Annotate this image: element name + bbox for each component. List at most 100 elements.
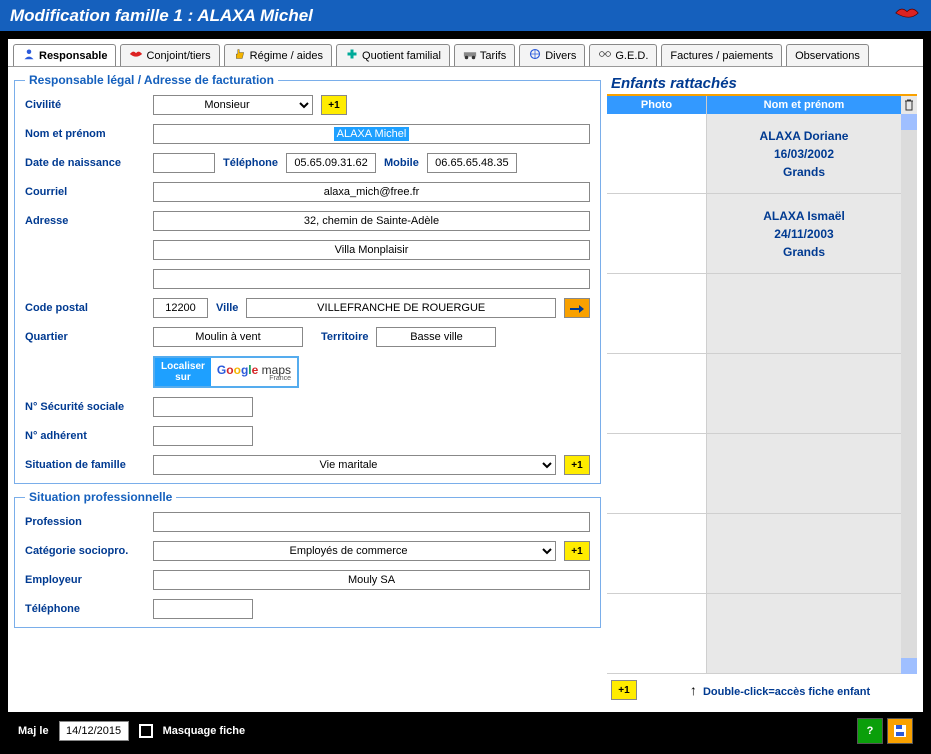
- status-bar: Maj le Masquage fiche ?: [8, 712, 923, 750]
- input-courriel[interactable]: [153, 182, 590, 202]
- child-dob: 24/11/2003: [774, 225, 833, 243]
- masquage-label: Masquage fiche: [163, 725, 246, 737]
- lookup-city-button[interactable]: [564, 298, 590, 318]
- label-codepostal: Code postal: [25, 302, 145, 314]
- input-adresse2[interactable]: [153, 240, 590, 260]
- input-adherent[interactable]: [153, 426, 253, 446]
- child-photo-cell: [607, 114, 707, 193]
- child-row[interactable]: ALAXA Ismaël 24/11/2003 Grands: [607, 194, 901, 274]
- hand-icon: [233, 48, 247, 63]
- child-row-empty: [607, 274, 901, 354]
- child-row[interactable]: ALAXA Doriane 16/03/2002 Grands: [607, 114, 901, 194]
- label-secu: N° Sécurité sociale: [25, 401, 145, 413]
- input-secu[interactable]: [153, 397, 253, 417]
- child-row-empty: [607, 594, 901, 674]
- masquage-checkbox[interactable]: [139, 724, 153, 738]
- title-bar: Modification famille 1 : ALAXA Michel: [0, 0, 931, 31]
- globe-icon: [528, 48, 542, 63]
- input-quartier[interactable]: [153, 327, 303, 347]
- scrollbar[interactable]: [901, 114, 917, 674]
- glasses-icon: [598, 48, 612, 63]
- children-table-body: ALAXA Doriane 16/03/2002 Grands A: [607, 114, 917, 674]
- label-employeur: Employeur: [25, 574, 145, 586]
- legend-professionnelle: Situation professionnelle: [25, 490, 176, 504]
- label-civilite: Civilité: [25, 99, 145, 111]
- input-mobile[interactable]: [427, 153, 517, 173]
- input-adresse3[interactable]: [153, 269, 590, 289]
- maj-date[interactable]: [59, 721, 129, 741]
- window-title: Modification famille 1 : ALAXA Michel: [10, 6, 313, 26]
- help-button[interactable]: ?: [857, 718, 883, 744]
- children-table-header: Photo Nom et prénom: [607, 96, 917, 114]
- tab-conjoint[interactable]: Conjoint/tiers: [120, 44, 219, 66]
- child-row-empty: [607, 514, 901, 594]
- tab-regime[interactable]: Régime / aides: [224, 44, 332, 66]
- lips-icon: [893, 4, 921, 27]
- tab-quotient[interactable]: Quotient familial: [336, 44, 450, 66]
- child-group: Grands: [783, 163, 825, 181]
- add-categorie-button[interactable]: +1: [564, 541, 590, 561]
- floppy-icon: [892, 723, 908, 739]
- hand-point-icon: [569, 302, 585, 314]
- child-row-empty: [607, 434, 901, 514]
- google-maps-logo: Google maps France: [211, 360, 297, 384]
- child-dob: 16/03/2002: [774, 145, 834, 163]
- input-territoire[interactable]: [376, 327, 496, 347]
- add-child-button[interactable]: +1: [611, 680, 637, 700]
- add-situation-button[interactable]: +1: [564, 455, 590, 475]
- select-situation[interactable]: Vie maritale: [153, 455, 556, 475]
- label-profession: Profession: [25, 516, 145, 528]
- children-title: Enfants rattachés: [607, 73, 917, 94]
- locate-googlemaps-button[interactable]: Localisersur Google maps France: [153, 356, 299, 388]
- label-courriel: Courriel: [25, 186, 145, 198]
- label-territoire: Territoire: [321, 331, 368, 343]
- select-civilite[interactable]: Monsieur: [153, 95, 313, 115]
- child-name: ALAXA Doriane: [760, 127, 849, 145]
- input-ville[interactable]: [246, 298, 556, 318]
- label-nom: Nom et prénom: [25, 128, 145, 140]
- input-naissance[interactable]: [153, 153, 215, 173]
- car-icon: [463, 48, 477, 63]
- maj-label: Maj le: [18, 725, 49, 737]
- tab-observations[interactable]: Observations: [786, 44, 869, 66]
- input-prof-telephone[interactable]: [153, 599, 253, 619]
- label-categorie: Catégorie sociopro.: [25, 545, 145, 557]
- label-ville: Ville: [216, 302, 238, 314]
- select-categorie[interactable]: Employés de commerce: [153, 541, 556, 561]
- fieldset-responsable: Responsable légal / Adresse de facturati…: [14, 73, 601, 484]
- label-mobile: Mobile: [384, 157, 419, 169]
- label-situation: Situation de famille: [25, 459, 145, 471]
- tab-responsable[interactable]: Responsable: [13, 44, 116, 66]
- label-naissance: Date de naissance: [25, 157, 145, 169]
- fieldset-professionnelle: Situation professionnelle Profession Cat…: [14, 490, 601, 628]
- label-prof-telephone: Téléphone: [25, 603, 145, 615]
- input-nom[interactable]: ALAXA Michel: [153, 124, 590, 144]
- input-profession[interactable]: [153, 512, 590, 532]
- legend-responsable: Responsable légal / Adresse de facturati…: [25, 73, 278, 87]
- label-adresse: Adresse: [25, 215, 145, 227]
- label-quartier: Quartier: [25, 331, 145, 343]
- input-codepostal[interactable]: [153, 298, 208, 318]
- input-telephone[interactable]: [286, 153, 376, 173]
- tab-tarifs[interactable]: Tarifs: [454, 44, 515, 66]
- delete-icon[interactable]: [901, 96, 917, 114]
- plus-icon: [345, 48, 359, 63]
- lips-icon: [129, 48, 143, 63]
- tab-divers[interactable]: Divers: [519, 44, 585, 66]
- col-header-photo: Photo: [607, 96, 707, 114]
- child-group: Grands: [783, 243, 825, 261]
- label-telephone: Téléphone: [223, 157, 278, 169]
- arrow-up-icon: ↑: [690, 682, 697, 698]
- input-employeur[interactable]: [153, 570, 590, 590]
- tab-bar: Responsable Conjoint/tiers Régime / aide…: [8, 39, 923, 67]
- input-adresse1[interactable]: [153, 211, 590, 231]
- tab-ged[interactable]: G.E.D.: [589, 44, 657, 66]
- person-icon: [22, 48, 36, 63]
- label-adherent: N° adhérent: [25, 430, 145, 442]
- add-civilite-button[interactable]: +1: [321, 95, 347, 115]
- save-button[interactable]: [887, 718, 913, 744]
- child-name: ALAXA Ismaël: [763, 207, 845, 225]
- col-header-nom: Nom et prénom: [707, 96, 901, 114]
- tab-factures[interactable]: Factures / paiements: [661, 44, 782, 66]
- child-row-empty: [607, 354, 901, 434]
